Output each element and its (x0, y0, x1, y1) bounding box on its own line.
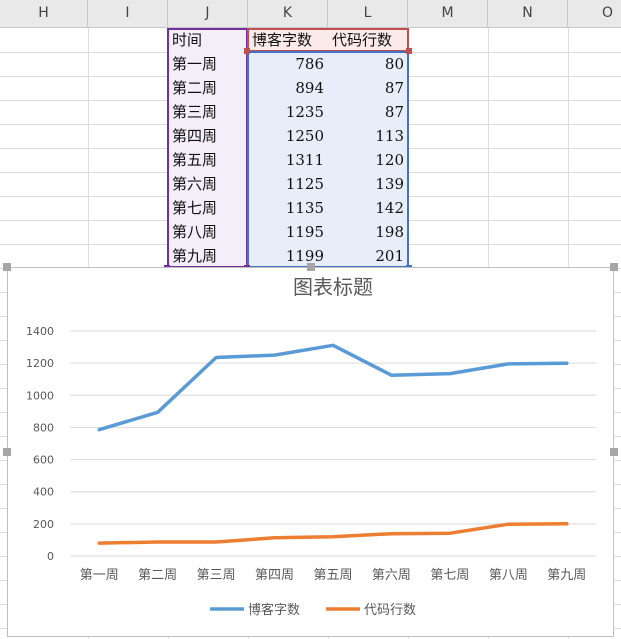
line-chart[interactable]: 图表标题 0 200 400 600 800 1000 1200 1400 第一周 第二周 第三周 第四… (7, 267, 614, 637)
column-header-j[interactable]: J (168, 0, 248, 27)
cell-blog-words[interactable]: 1135 (248, 196, 328, 220)
y-tick-label: 400 (33, 486, 54, 499)
y-tick-label: 1200 (26, 357, 54, 370)
column-header-l[interactable]: L (328, 0, 408, 27)
cell-week[interactable]: 第八周 (168, 220, 248, 244)
cell-blog-words[interactable]: 786 (248, 52, 328, 76)
cell-week[interactable]: 第四周 (168, 124, 248, 148)
cell-code-lines[interactable]: 120 (328, 148, 408, 172)
legend-label: 博客字数 (248, 602, 300, 618)
y-tick-label: 1000 (26, 389, 54, 402)
x-tick-label: 第八周 (489, 568, 528, 583)
cell-code-lines[interactable]: 198 (328, 220, 408, 244)
cell-blog-words[interactable]: 1250 (248, 124, 328, 148)
cell-code-lines[interactable]: 139 (328, 172, 408, 196)
cell-week[interactable]: 第三周 (168, 100, 248, 124)
y-tick-label: 600 (33, 454, 54, 467)
column-header-k[interactable]: K (248, 0, 328, 27)
x-tick-label: 第七周 (430, 568, 469, 583)
series-line-code-lines (97, 521, 569, 545)
cell-blog-words[interactable]: 1235 (248, 100, 328, 124)
x-tick-label: 第三周 (197, 568, 236, 583)
cell-header-blog-words[interactable]: 博客字数 (248, 28, 328, 52)
worksheet[interactable]: 时间 博客字数 代码行数 第一周 786 80 第二周 894 87 第三周 1… (0, 28, 621, 639)
chart-plot: 图表标题 0 200 400 600 800 1000 1200 1400 第一周 第二周 第三周 第四… (26, 275, 596, 618)
cell-code-lines[interactable]: 142 (328, 196, 408, 220)
column-header-m[interactable]: M (408, 0, 488, 27)
chart-resize-handle[interactable] (610, 448, 618, 456)
x-tick-label: 第五周 (313, 568, 352, 583)
x-tick-label: 第一周 (80, 568, 119, 583)
cell-blog-words[interactable]: 1311 (248, 148, 328, 172)
cell-header-time[interactable]: 时间 (168, 28, 248, 52)
y-tick-label: 200 (33, 518, 54, 531)
cell-code-lines[interactable]: 201 (328, 244, 408, 268)
x-tick-label: 第二周 (138, 568, 177, 583)
legend-label: 代码行数 (364, 603, 416, 618)
column-header-n[interactable]: N (488, 0, 568, 27)
cell-code-lines[interactable]: 80 (328, 52, 408, 76)
series-line-blog-words (97, 343, 569, 432)
cell-code-lines[interactable]: 113 (328, 124, 408, 148)
cell-week[interactable]: 第五周 (168, 148, 248, 172)
chart-resize-handle[interactable] (3, 263, 11, 271)
cell-blog-words[interactable]: 1195 (248, 220, 328, 244)
chart-resize-handle[interactable] (610, 263, 618, 271)
chart-resize-handle[interactable] (307, 263, 315, 271)
x-tick-label: 第四周 (255, 568, 294, 583)
column-header-o[interactable]: O (568, 0, 621, 27)
column-header-bar: H I J K L M N O (0, 0, 621, 28)
chart-title: 图表标题 (293, 275, 373, 299)
cell-week[interactable]: 第九周 (168, 244, 248, 268)
x-tick-label: 第九周 (547, 568, 586, 583)
cell-blog-words[interactable]: 1125 (248, 172, 328, 196)
column-header-i[interactable]: I (88, 0, 168, 27)
cell-week[interactable]: 第六周 (168, 172, 248, 196)
y-tick-label: 800 (33, 421, 54, 434)
cell-code-lines[interactable]: 87 (328, 100, 408, 124)
cell-blog-words[interactable]: 894 (248, 76, 328, 100)
cell-week[interactable]: 第一周 (168, 52, 248, 76)
column-header-h[interactable]: H (0, 0, 88, 27)
cell-blog-words[interactable]: 1199 (248, 244, 328, 268)
cell-header-code-lines[interactable]: 代码行数 (328, 28, 408, 52)
x-tick-label: 第六周 (372, 568, 411, 583)
y-tick-label: 0 (47, 550, 54, 563)
cell-week[interactable]: 第七周 (168, 196, 248, 220)
cell-week[interactable]: 第二周 (168, 76, 248, 100)
chart-resize-handle[interactable] (3, 448, 11, 456)
cell-code-lines[interactable]: 87 (328, 76, 408, 100)
y-tick-label: 1400 (26, 325, 54, 338)
